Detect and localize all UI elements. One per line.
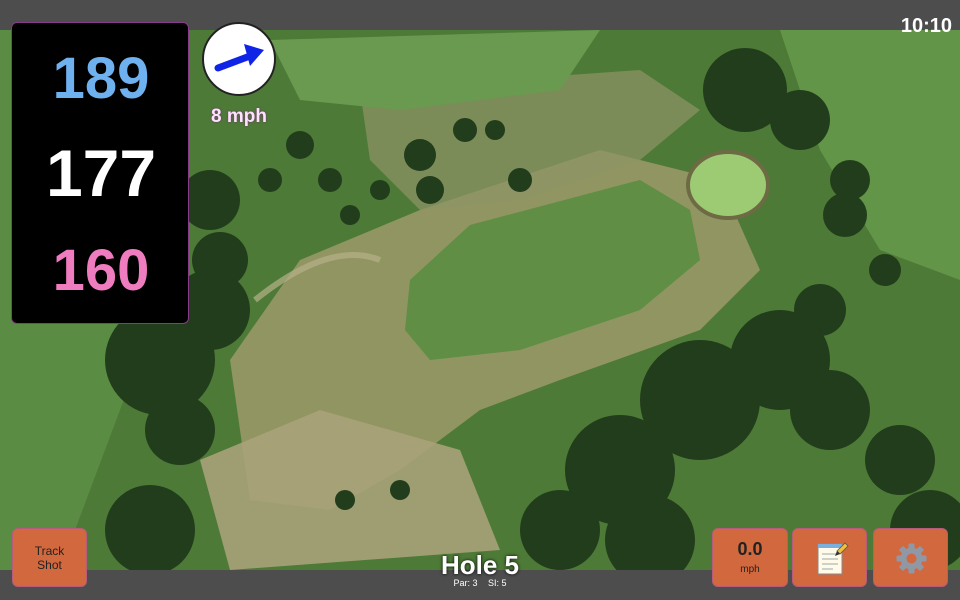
speed-value: 0.0 xyxy=(737,539,763,559)
track-shot-label-line2: Shot xyxy=(37,557,62,572)
wind-speed-label: 8 mph xyxy=(211,106,267,127)
notes-button[interactable] xyxy=(792,528,867,587)
distance-panel: 189 177 160 xyxy=(11,22,189,324)
settings-button[interactable] xyxy=(873,528,948,587)
front-of-green-distance: 160 xyxy=(52,238,150,303)
hole-info: Par: 3 SI: 5 xyxy=(380,578,580,588)
wind-compass[interactable] xyxy=(202,22,276,96)
speed-unit: mph xyxy=(740,564,760,575)
clock-time: 10:10 xyxy=(900,15,952,37)
track-shot-label-line1: Track xyxy=(34,543,65,558)
speed-button[interactable]: 0.0 mph xyxy=(712,528,788,587)
wind-direction-arrow-icon xyxy=(214,44,264,72)
notepad-icon xyxy=(817,542,849,575)
middle-of-green-distance: 177 xyxy=(45,136,157,210)
back-of-green-distance: 189 xyxy=(52,46,150,111)
hole-par: Par: 3 xyxy=(453,578,478,588)
track-shot-button[interactable]: Track Shot xyxy=(12,528,87,587)
hole-stroke-index: SI: 5 xyxy=(488,578,507,588)
gear-icon xyxy=(896,543,927,574)
hole-title: Hole 5 xyxy=(440,550,520,580)
